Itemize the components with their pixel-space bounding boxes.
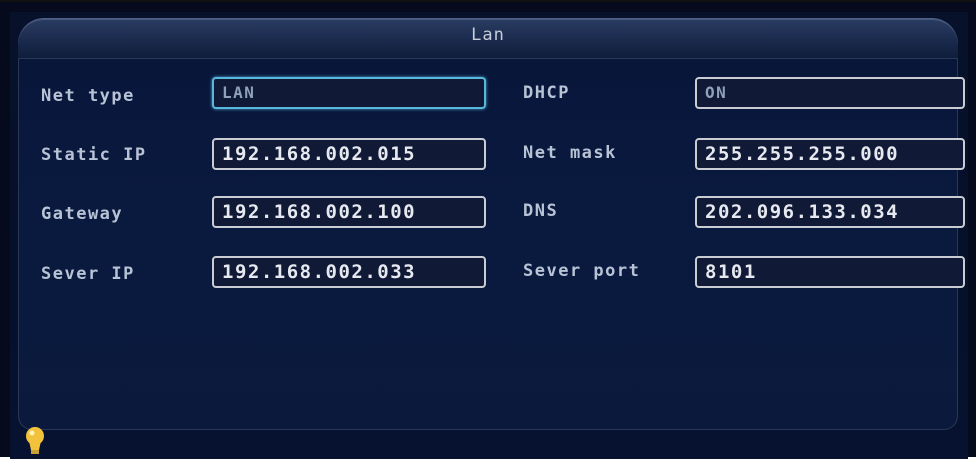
dns-label: DNS [523, 201, 559, 221]
gateway-field[interactable]: 192.168.002.100 [212, 196, 486, 228]
net-type-select[interactable]: LAN [212, 77, 486, 109]
window-title: Lan [471, 25, 505, 45]
server-ip-label: Sever IP [41, 264, 135, 284]
net-type-label: Net type [41, 86, 135, 106]
server-port-field[interactable]: 8101 [695, 256, 965, 288]
lightbulb-icon [26, 427, 44, 454]
lan-settings-screen: Lan Net type LAN DHCP ON Static IP 192.1… [10, 12, 968, 459]
dvr-screen-frame: Lan Net type LAN DHCP ON Static IP 192.1… [0, 0, 976, 459]
dhcp-label: DHCP [523, 83, 570, 103]
static-ip-field[interactable]: 192.168.002.015 [212, 138, 486, 170]
net-mask-field[interactable]: 255.255.255.000 [695, 138, 965, 170]
gateway-label: Gateway [41, 204, 124, 224]
dns-field[interactable]: 202.096.133.034 [695, 196, 965, 228]
static-ip-label: Static IP [41, 145, 147, 165]
server-port-label: Sever port [523, 261, 641, 281]
lan-settings-panel: Net type LAN DHCP ON Static IP 192.168.0… [18, 58, 965, 430]
dhcp-select[interactable]: ON [695, 77, 965, 109]
server-ip-field[interactable]: 192.168.002.033 [212, 256, 486, 288]
net-mask-label: Net mask [523, 143, 617, 163]
window-titlebar: Lan [18, 18, 958, 59]
